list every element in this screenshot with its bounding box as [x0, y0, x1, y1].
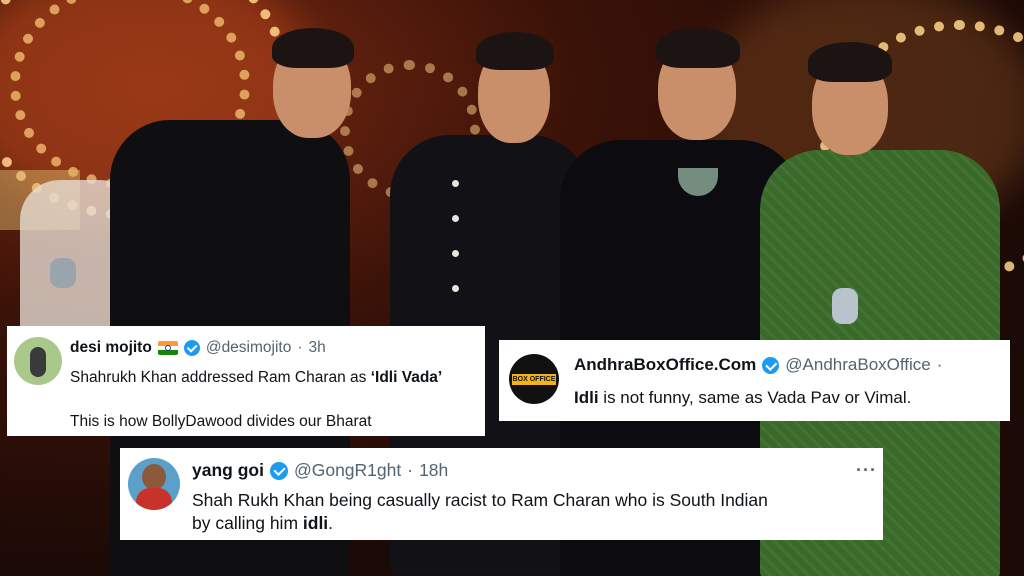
verified-badge-icon [183, 340, 200, 356]
tweet-text-bold: Idli [574, 388, 599, 407]
avatar[interactable] [128, 458, 180, 510]
india-flag-icon [157, 341, 178, 355]
tweet-text: by calling him [192, 513, 303, 533]
tweet-header: desi mojito @desimojito · 3h [70, 339, 326, 357]
display-name[interactable]: AndhraBoxOffice.Com [574, 355, 756, 375]
tweet-text-line: Shahrukh Khan addressed Ram Charan as ‘I… [70, 368, 442, 388]
tweet-card-desimojito[interactable]: desi mojito @desimojito · 3h Shahrukh Kh… [7, 326, 485, 436]
tweet-header: yang goi @GongR1ght · 18h [192, 460, 448, 481]
hair [656, 28, 740, 68]
outfit-button [452, 250, 459, 257]
timestamp[interactable]: 18h [419, 460, 448, 481]
tweet-text-bold: ‘Idli Vada’ [370, 369, 443, 386]
avatar-logo-text: BOX OFFICE [512, 374, 556, 385]
tweet-card-gongr1ght[interactable]: yang goi @GongR1ght · 18h ··· Shah Rukh … [120, 448, 883, 540]
separator-dot: · [936, 355, 943, 374]
outfit-button [452, 215, 459, 222]
avatar-face [142, 464, 166, 490]
tweet-text-bold: idli [302, 513, 329, 533]
tweet-card-andhraboxoffice[interactable]: BOX OFFICE AndhraBoxOffice.Com @AndhraBo… [499, 340, 1010, 421]
display-name[interactable]: desi mojito [70, 339, 152, 357]
hair [476, 32, 554, 70]
display-name[interactable]: yang goi [192, 460, 264, 481]
outfit-button [452, 285, 459, 292]
tweet-text: Shahrukh Khan addressed Ram Charan as [70, 369, 371, 386]
avatar[interactable]: BOX OFFICE [509, 354, 559, 404]
avatar-figure [30, 347, 46, 377]
microphone [832, 288, 858, 324]
handle[interactable]: @AndhraBoxOffice [785, 355, 930, 375]
microphone [50, 258, 76, 288]
tweet-header: AndhraBoxOffice.Com @AndhraBoxOffice · [574, 355, 942, 375]
hair [272, 28, 354, 68]
tweet-text-line: by calling him idli. [192, 512, 333, 534]
tweet-text-line: Idli is not funny, same as Vada Pav or V… [574, 387, 911, 409]
avatar[interactable] [14, 337, 62, 385]
verified-badge-icon [269, 461, 288, 480]
tweet-text: is not funny, same as Vada Pav or Vimal. [598, 388, 912, 407]
more-options-icon[interactable]: ··· [856, 460, 877, 481]
tweet-text-line: This is how BollyDawood divides our Bhar… [70, 413, 372, 430]
separator-dot: · [407, 460, 414, 480]
separator-dot: · [297, 339, 303, 356]
hair [808, 42, 892, 82]
tweet-text: . [328, 513, 334, 533]
verified-badge-icon [762, 356, 780, 374]
timestamp[interactable]: 3h [309, 339, 326, 357]
handle[interactable]: @GongR1ght [294, 460, 401, 481]
outfit-button [452, 180, 459, 187]
handle[interactable]: @desimojito [206, 339, 292, 357]
avatar-shirt [136, 488, 172, 510]
tweet-text-line: Shah Rukh Khan being casually racist to … [192, 490, 768, 510]
